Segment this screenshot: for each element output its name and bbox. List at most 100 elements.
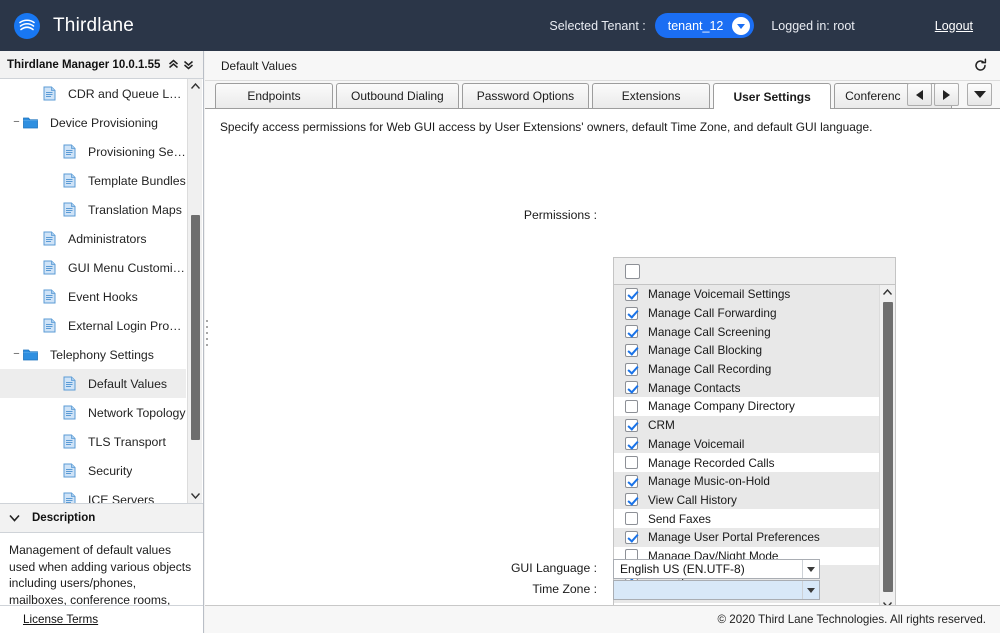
tab-navigation[interactable] [905,83,992,106]
sidebar-item-security[interactable]: Security [0,456,186,485]
sidebar-item-device-provisioning[interactable]: − Device Provisioning [0,108,186,137]
time-zone-select[interactable] [613,580,820,600]
tab-password-options[interactable]: Password Options [461,83,590,108]
permission-checkbox[interactable] [625,418,638,432]
sidebar-item-default-values[interactable]: Default Values [0,369,186,398]
sidebar-item-label: Translation Maps [88,202,182,217]
permission-label: Manage User Portal Preferences [648,530,820,545]
permission-checkbox[interactable] [625,325,638,339]
breadcrumb: Default Values [221,58,297,73]
permission-checkbox[interactable] [625,456,638,470]
sidebar-splitter-handle[interactable] [204,320,209,346]
permission-row[interactable]: Manage Call Blocking [614,341,880,360]
permission-label: Manage Voicemail Settings [648,287,791,302]
permission-row[interactable]: CRM [614,415,880,435]
tab-scroll-next-button[interactable] [934,83,959,106]
permissions-list-scrollbar[interactable] [879,285,895,611]
sidebar-item-administrators[interactable]: Administrators [0,224,186,253]
sidebar-item-tls-transport[interactable]: TLS Transport [0,427,186,456]
permissions-scrollbar-thumb[interactable] [883,302,893,592]
footer-bar: © 2020 Third Lane Technologies. All righ… [205,605,1000,633]
sidebar-item-label: Default Values [88,376,168,391]
tab-strip[interactable]: Endpoints Outbound Dialing Password Option… [205,81,1000,109]
permission-checkbox[interactable] [625,287,638,301]
sidebar-item-network-topology[interactable]: Network Topology [0,398,186,427]
permission-row[interactable]: Manage Contacts [614,378,880,398]
permission-row[interactable]: Send Faxes [614,509,880,528]
refresh-icon[interactable] [970,56,990,76]
permission-checkbox[interactable] [625,381,638,395]
permission-checkbox[interactable] [625,474,638,488]
sidebar-item-external-login-provi[interactable]: External Login Provi… [0,311,186,340]
sidebar-item-provisioning-setti[interactable]: Provisioning Setti… [0,137,186,166]
license-terms-link[interactable]: License Terms [23,613,98,626]
page-icon [63,492,82,503]
tenant-selector[interactable]: tenant_12 [654,13,755,38]
permission-label: Manage Call Forwarding [648,306,777,321]
permission-checkbox[interactable] [625,306,638,320]
permission-checkbox[interactable] [625,437,638,451]
sidebar-item-label: Network Topology [88,405,186,420]
tree-collapse-toggle[interactable]: − [10,117,23,128]
license-terms-bar: License Terms [0,605,203,633]
permissions-scroll-up-icon[interactable] [880,285,895,300]
application-window: Thirdlane Selected Tenant : tenant_12 Lo… [0,0,1000,633]
permission-label: View Call History [648,492,737,507]
tree-collapse-toggle[interactable]: − [10,349,23,360]
sidebar-scrollbar-thumb[interactable] [191,215,200,440]
sidebar-item-ice-servers[interactable]: ICE Servers [0,485,186,503]
permission-row[interactable]: Manage Music-on-Hold [614,471,880,491]
permission-row[interactable]: Manage Voicemail [614,434,880,454]
breadcrumb-bar: Default Values [205,51,1000,81]
tab-list-menu-button[interactable] [967,83,992,106]
permission-label: Manage Voicemail [648,436,745,451]
sidebar-item-gui-menu-customiz[interactable]: GUI Menu Customiz… [0,253,186,282]
tab-outbound-dialing[interactable]: Outbound Dialing [336,83,459,108]
permission-row[interactable]: Manage Recorded Calls [614,453,880,472]
gui-language-select[interactable]: English US (EN.UTF-8) [613,559,820,579]
permission-row[interactable]: Manage Call Forwarding [614,303,880,323]
permission-checkbox[interactable] [625,362,638,376]
permission-row[interactable]: Manage Call Screening [614,322,880,342]
sidebar-item-event-hooks[interactable]: Event Hooks [0,282,186,311]
permission-checkbox[interactable] [625,343,638,357]
permission-row[interactable]: Manage Call Recording [614,359,880,379]
tab-label: Endpoints [247,89,301,103]
permissions-label: Permissions : [523,208,597,222]
double-chevron-down-icon[interactable] [181,59,196,70]
permission-label: Manage Call Screening [648,324,771,339]
select-all-checkbox[interactable] [625,263,640,279]
permission-checkbox[interactable] [625,512,638,526]
permission-checkbox[interactable] [625,493,638,507]
navigation-tree[interactable]: CDR and Queue Logs − Device Provisioning Pr… [0,79,203,503]
tab-endpoints[interactable]: Endpoints [215,83,333,108]
permissions-select-all-row[interactable] [613,257,896,285]
permission-row[interactable]: Manage User Portal Preferences [614,527,880,547]
time-zone-label: Time Zone : [532,582,597,596]
tab-scroll-prev-button[interactable] [907,83,932,106]
sidebar-item-cdr-and-queue-logs[interactable]: CDR and Queue Logs [0,79,186,108]
double-chevron-up-icon[interactable] [166,59,181,70]
sidebar-scroll-up-icon[interactable] [188,79,202,94]
brand-logo[interactable]: Thirdlane [14,12,134,39]
permission-label: Manage Music-on-Hold [648,474,770,489]
permission-checkbox[interactable] [625,399,638,413]
logout-link[interactable]: Logout [935,19,973,33]
description-panel-text: Management of default values used when a… [0,533,203,623]
permission-row[interactable]: Manage Voicemail Settings [614,285,880,304]
user-settings-panel: Specify access permissions for Web GUI a… [205,109,1000,612]
sidebar-item-telephony-settings[interactable]: − Telephony Settings [0,340,186,369]
sidebar-scrollbar[interactable] [187,79,202,503]
tab-extensions[interactable]: Extensions [592,83,711,108]
permission-row[interactable]: View Call History [614,490,880,510]
sidebar-item-translation-maps[interactable]: Translation Maps [0,195,186,224]
permission-label: Send Faxes [648,511,711,526]
sidebar-item-template-bundles[interactable]: Template Bundles [0,166,186,195]
sidebar-scroll-down-icon[interactable] [188,488,202,503]
permission-checkbox[interactable] [625,530,638,544]
tab-user-settings[interactable]: User Settings [713,83,832,109]
tab-label: User Settings [733,89,811,104]
permission-row[interactable]: Manage Company Directory [614,397,880,416]
page-icon [63,202,82,217]
description-panel-header[interactable]: Description [0,503,203,533]
